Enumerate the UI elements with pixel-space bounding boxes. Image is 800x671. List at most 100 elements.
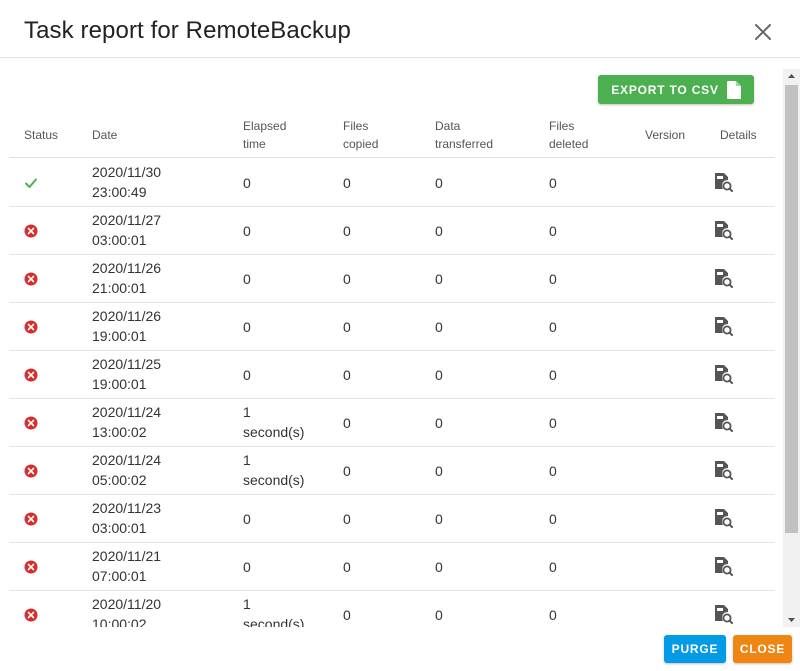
cell-data-transferred: 0 [435, 607, 443, 623]
export-to-csv-button[interactable]: EXPORT TO CSV [598, 75, 754, 104]
table-header: Status Date Elapsed time Files copied Da… [9, 117, 775, 158]
file-search-icon[interactable] [713, 364, 733, 384]
cell-files-copied: 0 [343, 415, 351, 431]
cell-data-transferred: 0 [435, 319, 443, 335]
cell-data-transferred: 0 [435, 367, 443, 383]
error-circle-icon [24, 416, 38, 430]
cell-files-copied: 0 [343, 319, 351, 335]
scroll-thumb[interactable] [785, 85, 798, 533]
error-circle-icon [24, 560, 38, 574]
cell-data-transferred: 0 [435, 511, 443, 527]
table-body: 2020/11/30 23:00:49 0 0 0 0 2020/11/27 03:00:… [9, 159, 775, 627]
table-row: 2020/11/26 19:00:01 0 0 0 0 [9, 303, 775, 351]
header-copied: Files copied [343, 119, 379, 151]
cell-elapsed: 0 [243, 175, 251, 191]
purge-button[interactable]: PURGE [664, 635, 726, 663]
cell-elapsed: 1 second(s) [243, 596, 305, 627]
cell-date: 2020/11/30 23:00:49 [92, 164, 162, 200]
cell-date: 2020/11/21 07:00:01 [92, 548, 162, 584]
cell-data-transferred: 0 [435, 415, 443, 431]
table-row: 2020/11/23 03:00:01 0 0 0 0 [9, 495, 775, 543]
file-search-icon[interactable] [713, 172, 733, 192]
dialog-header: Task report for RemoteBackup [0, 0, 800, 58]
cell-elapsed: 0 [243, 271, 251, 287]
cell-elapsed: 0 [243, 367, 251, 383]
vertical-scrollbar[interactable] [783, 69, 800, 627]
cell-date: 2020/11/20 10:00:02 [92, 596, 162, 627]
file-search-icon[interactable] [713, 508, 733, 528]
cell-date: 2020/11/23 03:00:01 [92, 500, 162, 536]
file-search-icon[interactable] [713, 220, 733, 240]
cell-elapsed: 0 [243, 511, 251, 527]
error-circle-icon [24, 272, 38, 286]
cell-data-transferred: 0 [435, 559, 443, 575]
cell-files-copied: 0 [343, 271, 351, 287]
scroll-down-icon[interactable] [783, 613, 800, 627]
cell-elapsed: 0 [243, 559, 251, 575]
file-search-icon[interactable] [713, 268, 733, 288]
table-row: 2020/11/24 05:00:02 1 second(s) 0 0 0 [9, 447, 775, 495]
error-circle-icon [24, 368, 38, 382]
task-report-dialog: Task report for RemoteBackup EXPORT TO C… [0, 0, 800, 671]
cell-files-deleted: 0 [549, 511, 557, 527]
cell-files-copied: 0 [343, 223, 351, 239]
cell-files-deleted: 0 [549, 271, 557, 287]
close-icon[interactable] [750, 19, 776, 45]
header-deleted: Files deleted [549, 119, 589, 151]
cell-date: 2020/11/26 19:00:01 [92, 308, 162, 344]
cell-files-copied: 0 [343, 511, 351, 527]
header-elapsed: Elapsed time [243, 119, 287, 151]
file-search-icon[interactable] [713, 556, 733, 576]
cell-files-deleted: 0 [549, 463, 557, 479]
cell-date: 2020/11/24 05:00:02 [92, 452, 162, 488]
cell-data-transferred: 0 [435, 175, 443, 191]
cell-files-deleted: 0 [549, 415, 557, 431]
cell-data-transferred: 0 [435, 271, 443, 287]
file-icon [726, 80, 741, 99]
cell-files-copied: 0 [343, 463, 351, 479]
cell-files-deleted: 0 [549, 607, 557, 623]
error-circle-icon [24, 224, 38, 238]
file-search-icon[interactable] [713, 460, 733, 480]
header-transferred: Data transferred [435, 119, 494, 151]
export-label: EXPORT TO CSV [611, 82, 719, 97]
cell-data-transferred: 0 [435, 463, 443, 479]
cell-files-deleted: 0 [549, 367, 557, 383]
cell-elapsed: 0 [243, 319, 251, 335]
dialog-body: EXPORT TO CSV Status Date Elapsed time F… [0, 59, 800, 627]
cell-date: 2020/11/25 19:00:01 [92, 356, 162, 392]
file-search-icon[interactable] [713, 604, 733, 624]
file-search-icon[interactable] [713, 316, 733, 336]
cell-files-deleted: 0 [549, 223, 557, 239]
header-date: Date [92, 128, 118, 142]
cell-date: 2020/11/26 21:00:01 [92, 260, 162, 296]
table-row: 2020/11/20 10:00:02 1 second(s) 0 0 0 [9, 591, 775, 627]
table-row: 2020/11/21 07:00:01 0 0 0 0 [9, 543, 775, 591]
cell-files-copied: 0 [343, 367, 351, 383]
cell-data-transferred: 0 [435, 223, 443, 239]
cell-files-copied: 0 [343, 607, 351, 623]
table-row: 2020/11/24 13:00:02 1 second(s) 0 0 0 [9, 399, 775, 447]
cell-files-copied: 0 [343, 175, 351, 191]
cell-date: 2020/11/27 03:00:01 [92, 212, 162, 248]
table-row: 2020/11/30 23:00:49 0 0 0 0 [9, 159, 775, 207]
table-row: 2020/11/25 19:00:01 0 0 0 0 [9, 351, 775, 399]
cell-elapsed: 1 second(s) [243, 404, 305, 440]
cell-files-deleted: 0 [549, 175, 557, 191]
scroll-up-icon[interactable] [783, 69, 800, 83]
cell-files-deleted: 0 [549, 559, 557, 575]
header-details: Details [720, 128, 757, 142]
error-circle-icon [24, 464, 38, 478]
cell-elapsed: 1 second(s) [243, 452, 305, 488]
error-circle-icon [24, 320, 38, 334]
table-row: 2020/11/26 21:00:01 0 0 0 0 [9, 255, 775, 303]
cell-files-copied: 0 [343, 559, 351, 575]
file-search-icon[interactable] [713, 412, 733, 432]
table-row: 2020/11/27 03:00:01 0 0 0 0 [9, 207, 775, 255]
dialog-title: Task report for RemoteBackup [24, 17, 351, 44]
close-button[interactable]: CLOSE [733, 635, 792, 663]
cell-date: 2020/11/24 13:00:02 [92, 404, 162, 440]
header-version: Version [645, 128, 686, 142]
dialog-footer: PURGE CLOSE [0, 627, 800, 671]
check-icon [24, 176, 38, 190]
